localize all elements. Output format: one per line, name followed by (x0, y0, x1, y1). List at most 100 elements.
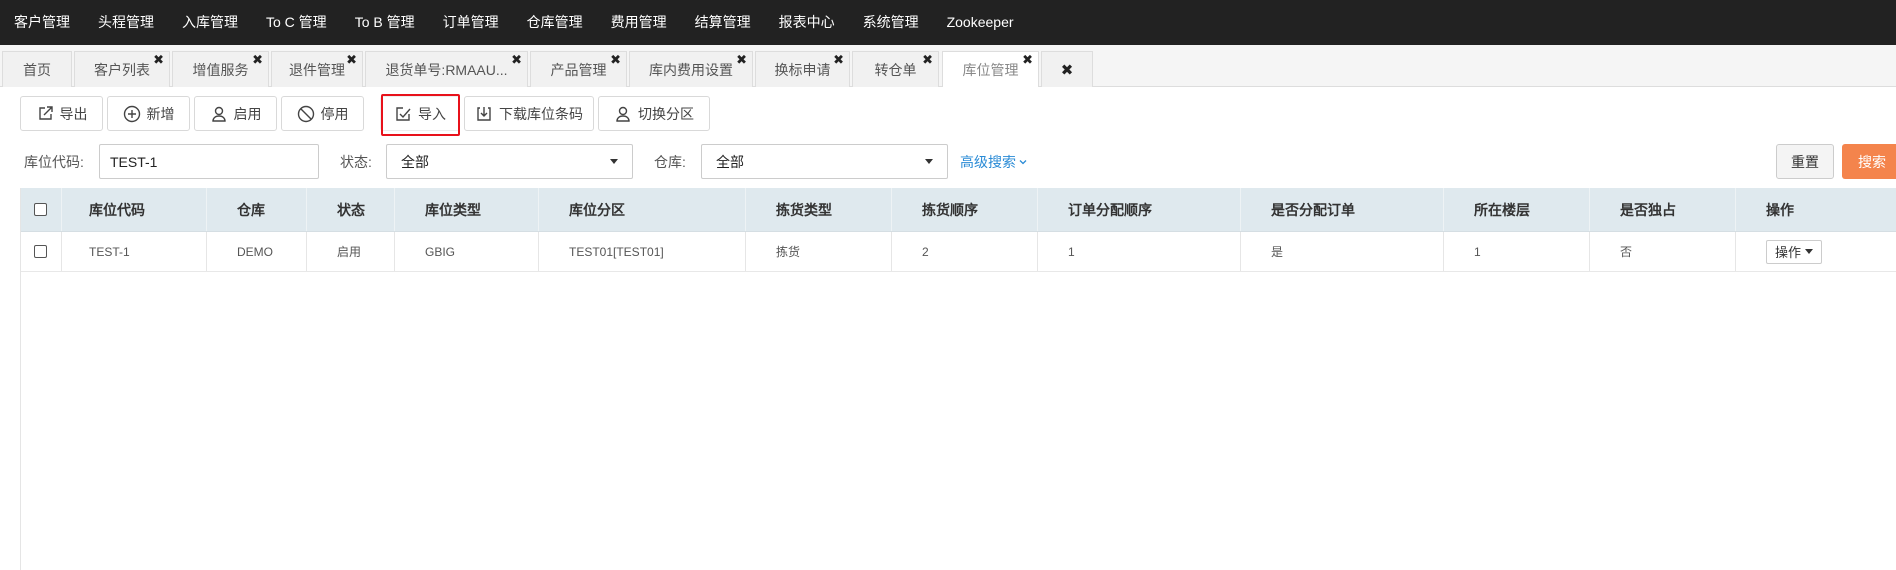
tab-warehouse-fees[interactable]: 库内费用设置 ✖ (629, 51, 753, 87)
import-button[interactable]: 导入 (380, 96, 460, 131)
close-icon[interactable]: ✖ (153, 53, 164, 66)
tab-relabel[interactable]: 换标申请 ✖ (755, 51, 850, 87)
download-barcode-button[interactable]: 下载库位条码 (464, 96, 594, 131)
column-header[interactable]: 仓库 (207, 188, 307, 231)
import-label: 导入 (418, 105, 446, 122)
close-icon[interactable]: ✖ (1022, 53, 1033, 66)
tab-bar: 首页 客户列表 ✖ 增值服务 ✖ 退件管理 ✖ 退货单号:RMAAU... ✖ … (0, 45, 1896, 87)
disable-button[interactable]: 停用 (281, 96, 364, 131)
toolbar: 导出 新增 启用 停用 导入 下载库位条码 切换分区 (0, 96, 1896, 132)
nav-item-customer[interactable]: 客户管理 (0, 0, 84, 45)
advanced-search-label: 高级搜索 (960, 154, 1016, 170)
tab-label: 库内费用设置 (649, 61, 733, 78)
close-all-icon[interactable]: ✖ (1061, 61, 1074, 79)
cell-alloc-order: 1 (1038, 232, 1241, 271)
nav-item-settlement[interactable]: 结算管理 (681, 0, 765, 45)
column-header[interactable]: 库位分区 (539, 188, 746, 231)
row-checkbox[interactable] (34, 245, 47, 258)
cell-location-type: GBIG (395, 232, 539, 271)
column-header[interactable]: 订单分配顺序 (1038, 188, 1241, 231)
cell-status: 启用 (307, 232, 395, 271)
close-icon[interactable]: ✖ (346, 53, 357, 66)
tab-returns[interactable]: 退件管理 ✖ (271, 51, 363, 87)
cell-pick-type: 拣货 (746, 232, 892, 271)
caret-down-icon (610, 159, 618, 164)
export-icon (38, 105, 53, 120)
tab-products[interactable]: 产品管理 ✖ (530, 51, 627, 87)
tab-close-all[interactable]: ✖ (1041, 51, 1093, 87)
close-icon[interactable]: ✖ (736, 53, 747, 66)
cell-floor: 1 (1444, 232, 1590, 271)
tab-label: 增值服务 (192, 61, 249, 78)
ban-icon (297, 105, 314, 122)
nav-item-orders[interactable]: 订单管理 (429, 0, 513, 45)
enable-button[interactable]: 启用 (194, 96, 277, 131)
export-button[interactable]: 导出 (20, 96, 103, 131)
nav-item-fees[interactable]: 费用管理 (597, 0, 681, 45)
warehouse-select[interactable]: 全部 (701, 144, 948, 179)
tab-label: 换标申请 (774, 61, 831, 78)
nav-item-system[interactable]: 系统管理 (849, 0, 933, 45)
column-header[interactable]: 拣货顺序 (892, 188, 1038, 231)
user-icon (211, 106, 226, 122)
switch-zone-label: 切换分区 (638, 105, 694, 122)
user-icon (616, 106, 630, 122)
select-all-checkbox[interactable] (34, 203, 47, 216)
nav-item-first-leg[interactable]: 头程管理 (84, 0, 168, 45)
warehouse-value: 全部 (716, 153, 744, 170)
close-icon[interactable]: ✖ (610, 53, 621, 66)
column-header[interactable]: 所在楼层 (1444, 188, 1590, 231)
close-icon[interactable]: ✖ (252, 53, 263, 66)
table-row[interactable]: TEST-1 DEMO 启用 GBIG TEST01[TEST01] 拣货 2 … (21, 232, 1896, 272)
nav-item-to-b[interactable]: To B 管理 (341, 0, 429, 45)
location-code-input[interactable] (99, 144, 319, 179)
close-icon[interactable]: ✖ (922, 53, 933, 66)
nav-item-zookeeper[interactable]: Zookeeper (933, 0, 1028, 45)
location-table: 库位代码 仓库 状态 库位类型 库位分区 拣货类型 拣货顺序 订单分配顺序 是否… (20, 188, 1896, 570)
tab-customer-list[interactable]: 客户列表 ✖ (74, 51, 170, 87)
cell-exclusive: 否 (1590, 232, 1736, 271)
advanced-search-link[interactable]: 高级搜索 (960, 152, 1028, 172)
tab-label: 库位管理 (962, 61, 1019, 78)
status-select[interactable]: 全部 (386, 144, 633, 179)
actions-dropdown-button[interactable]: 操作 (1766, 239, 1823, 264)
cell-actions: 操作 (1736, 232, 1896, 271)
nav-item-to-c[interactable]: To C 管理 (252, 0, 341, 45)
tab-location-management[interactable]: 库位管理 ✖ (942, 51, 1039, 87)
nav-item-reports[interactable]: 报表中心 (765, 0, 849, 45)
reset-button[interactable]: 重置 (1776, 144, 1834, 179)
download-icon (477, 106, 491, 121)
tab-label: 产品管理 (550, 61, 607, 78)
tab-transfer[interactable]: 转仓单 ✖ (852, 51, 939, 87)
top-navigation: 客户管理 头程管理 入库管理 To C 管理 To B 管理 订单管理 仓库管理… (0, 0, 1896, 45)
column-header[interactable]: 库位代码 (62, 188, 207, 231)
tab-label: 首页 (23, 61, 51, 78)
disable-label: 停用 (320, 105, 349, 122)
actions-label: 操作 (1775, 245, 1802, 260)
tab-label: 转仓单 (874, 61, 917, 78)
column-header[interactable]: 库位类型 (395, 188, 539, 231)
add-button[interactable]: 新增 (107, 96, 190, 131)
close-icon[interactable]: ✖ (511, 53, 522, 66)
column-header[interactable]: 是否分配订单 (1241, 188, 1444, 231)
tab-return-order[interactable]: 退货单号:RMAAU... ✖ (365, 51, 528, 87)
cell-pick-order: 2 (892, 232, 1038, 271)
tab-home[interactable]: 首页 (2, 51, 72, 87)
nav-item-warehouse[interactable]: 仓库管理 (513, 0, 597, 45)
caret-down-icon (1805, 249, 1814, 254)
column-header[interactable]: 状态 (307, 188, 395, 231)
switch-zone-button[interactable]: 切换分区 (598, 96, 710, 131)
row-select-cell (21, 232, 62, 271)
column-header[interactable]: 是否独占 (1590, 188, 1736, 231)
tab-value-added[interactable]: 增值服务 ✖ (172, 51, 269, 87)
close-icon[interactable]: ✖ (833, 53, 844, 66)
tab-label: 退件管理 (289, 61, 345, 78)
column-header[interactable]: 拣货类型 (746, 188, 892, 231)
search-button[interactable]: 搜索 (1842, 144, 1896, 179)
nav-item-inbound[interactable]: 入库管理 (168, 0, 252, 45)
select-all-cell (21, 188, 62, 231)
download-barcode-label: 下载库位条码 (499, 105, 583, 122)
column-header: 操作 (1736, 188, 1896, 231)
tab-label: 退货单号:RMAAU... (385, 61, 508, 78)
warehouse-label: 仓库: (654, 154, 686, 170)
